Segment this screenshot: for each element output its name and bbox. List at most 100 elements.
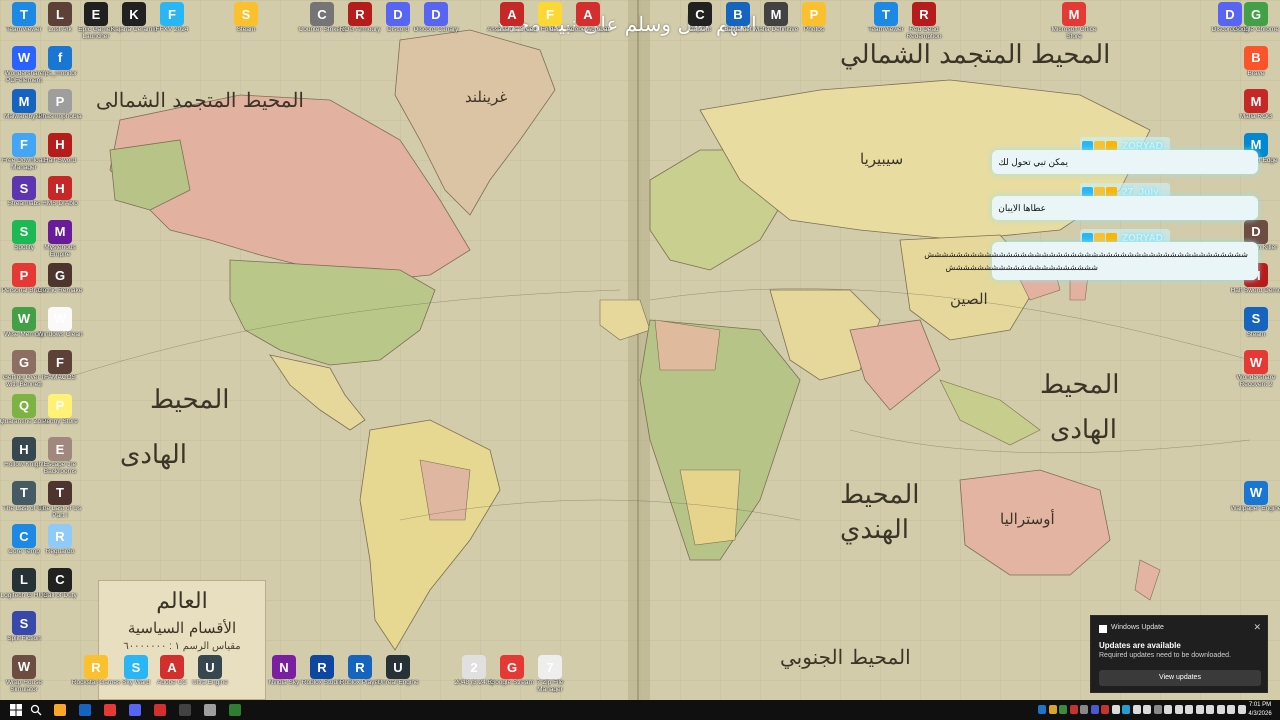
taskbar-app[interactable] — [127, 702, 143, 718]
ocean-label-pacific-east-1: المحيط — [1040, 370, 1120, 400]
desktop-shortcut[interactable]: S Steam — [226, 2, 270, 46]
ghub-icon: L — [12, 567, 36, 592]
taskbar-app[interactable] — [102, 702, 118, 718]
adobe-icon — [154, 704, 166, 716]
desktop-shortcut-label: Half-Sword — [43, 156, 77, 164]
taskbar-app[interactable] — [227, 702, 243, 718]
adobe-icon: A — [160, 655, 184, 679]
tray-icon[interactable] — [1080, 705, 1088, 714]
desktop-shortcut-label: The Last of Us Part I — [38, 504, 82, 519]
desktop-shortcut[interactable]: H Half-Sword — [40, 132, 84, 177]
tray-icon[interactable] — [1216, 705, 1225, 714]
close-icon[interactable]: ✕ — [1253, 622, 1261, 633]
rog-icon: M — [1244, 89, 1268, 113]
windows-update-notification[interactable]: Windows Update ✕ Updates are available R… — [1090, 615, 1268, 693]
view-updates-button[interactable]: View updates — [1099, 670, 1261, 686]
desktop-shortcut[interactable]: U Ultra Engine — [190, 655, 234, 699]
tray-icon[interactable] — [1153, 705, 1162, 714]
desktop-shortcut[interactable]: C Call of Duty — [40, 567, 84, 612]
terminal-icon — [229, 704, 241, 716]
tray-icon[interactable] — [1164, 705, 1172, 714]
desktop-shortcut[interactable]: P Penny Store — [40, 393, 84, 438]
tray-icon[interactable] — [1195, 705, 1204, 714]
taskbar-app[interactable] — [52, 702, 68, 718]
tray-icon[interactable] — [1132, 705, 1141, 714]
search-button[interactable] — [28, 702, 44, 718]
desktop-shortcut-label: Wrap House Simulator — [5, 678, 42, 693]
empire-icon: M — [48, 219, 72, 244]
desktop-shortcut-label: HMS DIAblo — [42, 200, 78, 207]
tray-icon[interactable] — [1206, 705, 1214, 714]
desktop-shortcut[interactable]: M Mysterious Empire — [40, 219, 84, 264]
desktop-shortcut[interactable]: U Unreal Engine — [377, 655, 422, 699]
tlou-icon: T — [48, 480, 72, 505]
taskbar-app[interactable] — [177, 702, 193, 718]
tray-icon[interactable] — [1038, 705, 1046, 714]
file-explorer-icon — [54, 704, 66, 716]
desktop-shortcut-label: Steam — [236, 26, 256, 33]
chat-text: عطاها الايبان — [998, 203, 1046, 213]
desktop-shortcut[interactable]: F FAMACOS — [40, 350, 84, 394]
tray-icon[interactable] — [1185, 705, 1193, 714]
desktop-shortcut-label: Photos — [803, 26, 825, 33]
desktop-shortcut[interactable]: G Gothic Remake — [38, 263, 84, 307]
desktop-shortcut[interactable]: E Escape the Backrooms — [40, 437, 84, 481]
desktop-shortcut[interactable]: D Discord Canary — [414, 2, 460, 46]
desktop-shortcut[interactable]: R Red Dead Redemption — [904, 2, 948, 46]
desktop-shortcut[interactable]: W Wondershare Recoverit 2 — [1236, 350, 1280, 394]
acrobat-icon: A — [576, 2, 600, 26]
game-icon: G — [12, 350, 36, 374]
ocean-label-southern: المحيط الجنوبي — [780, 645, 911, 669]
capcut-icon: C — [688, 2, 712, 26]
desktop-shortcut[interactable]: W Windows Clean — [37, 306, 84, 351]
desktop-shortcut[interactable]: S Split Fiction — [4, 611, 48, 655]
tray-icon[interactable] — [1111, 705, 1120, 714]
desktop-shortcut[interactable]: T The Last of Us Part I — [39, 480, 84, 525]
roblox-studio-icon: R — [310, 655, 334, 679]
desktop-shortcut[interactable]: 7 7-Zip File Manager — [530, 655, 574, 699]
desktop-shortcut[interactable]: P Phasmophobia — [38, 89, 84, 133]
tray-icon[interactable] — [1143, 705, 1151, 714]
skyward-icon: S — [124, 655, 148, 679]
desktop-shortcut[interactable]: H HMS DIAblo — [40, 176, 84, 220]
start-button[interactable] — [8, 702, 24, 718]
tray-icon[interactable] — [1122, 705, 1130, 714]
tray-icon[interactable] — [1048, 705, 1057, 714]
reguardo-icon: R — [48, 524, 72, 548]
country-label-china: الصين — [950, 290, 988, 308]
desktop-shortcut[interactable]: W Wrap House Simulator — [4, 654, 48, 699]
taskbar-clock[interactable]: 7:01 PM 4/3/2026 — [1243, 701, 1277, 719]
brave-icon: P — [12, 263, 36, 287]
obs-icon — [179, 704, 191, 716]
ghost-icon: P — [48, 89, 72, 113]
malwarebytes-icon: M — [12, 89, 36, 113]
desktop-wallpaper-map: المحيط المتجمد الشمالي المحيط المتجمد ال… — [0, 0, 1280, 700]
rockstar-icon: R — [84, 655, 108, 679]
desktop-shortcut-label: Wallpaper Engine — [1230, 504, 1280, 512]
desktop-shortcut[interactable]: M Microsoft Office Store — [1051, 2, 1098, 46]
desktop-shortcut[interactable]: W Wallpaper Engine — [1230, 480, 1280, 525]
desktop-shortcut-label: Brave — [1247, 69, 1265, 77]
chat-message-1: يمكن تبي تحول لك — [992, 150, 1258, 174]
desktop-shortcut[interactable]: A Adobe Acrobat — [567, 2, 612, 46]
tray-icon[interactable] — [1174, 705, 1183, 714]
desktop-shortcut[interactable]: G Google Chrome — [1233, 2, 1280, 46]
desktop-shortcut[interactable]: P Photos — [794, 2, 838, 46]
steam-icon: S — [1244, 306, 1268, 331]
desktop-shortcut-label: Escape the Backrooms — [43, 461, 77, 475]
tray-icon[interactable] — [1101, 705, 1109, 714]
desktop-shortcut[interactable]: F FFXV 2024 — [152, 2, 196, 46]
desktop-shortcut[interactable]: M Mafia ROG — [1236, 89, 1280, 133]
tray-icon[interactable] — [1090, 705, 1099, 714]
tray-icon[interactable] — [1059, 705, 1067, 714]
desktop-shortcut[interactable]: S Steam — [1236, 306, 1280, 351]
taskbar-app[interactable] — [202, 702, 218, 718]
desktop-shortcut[interactable]: R Reguardo — [40, 524, 84, 568]
taskbar-app[interactable] — [152, 702, 168, 718]
taskbar-app[interactable] — [77, 702, 93, 718]
desktop-shortcut[interactable]: B Brave — [1236, 45, 1280, 90]
discord-icon: D — [386, 2, 410, 26]
tray-icon[interactable] — [1069, 705, 1078, 714]
desktop-shortcut[interactable]: f fps_monitor — [40, 45, 84, 90]
tray-icon[interactable] — [1227, 705, 1235, 714]
